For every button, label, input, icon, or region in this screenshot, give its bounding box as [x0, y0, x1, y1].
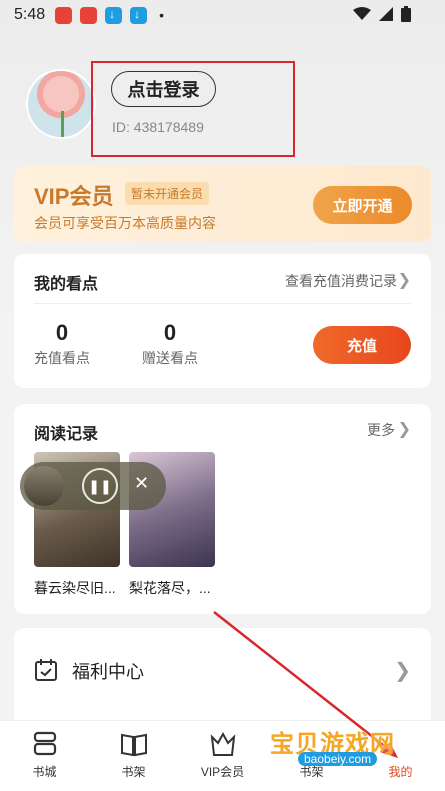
welfare-center-card[interactable]: 福利中心 ❯ — [14, 628, 431, 728]
gift-points-stat: 0 赠送看点 — [142, 320, 198, 368]
recharge-history-link[interactable]: 查看充值消费记录 — [285, 271, 397, 291]
history-title: 阅读记录 — [34, 426, 99, 443]
status-time: 5:48 — [14, 6, 46, 23]
player-cover — [24, 466, 64, 506]
close-icon[interactable]: ✕ — [134, 473, 149, 494]
pause-icon[interactable]: ❚❚ — [82, 468, 118, 504]
recharge-points-label: 充值看点 — [34, 350, 90, 366]
chevron-right-icon[interactable]: ❯ — [398, 419, 411, 439]
vip-banner[interactable]: VIP会员 暂未开通会员 会员可享受百万本高质量内容 立即开通 — [14, 166, 431, 242]
vip-description: 会员可享受百万本高质量内容 — [34, 215, 216, 231]
bookshelf-icon — [120, 733, 147, 757]
tab-label: 书架 — [121, 765, 146, 779]
points-title: 我的看点 — [34, 276, 99, 293]
gift-points-value: 0 — [163, 320, 177, 345]
recharge-button[interactable]: 充值 — [313, 326, 411, 364]
chevron-right-icon[interactable]: ❯ — [398, 270, 411, 290]
my-points-card: 我的看点 查看充值消费记录 ❯ 0 充值看点 0 赠送看点 充值 — [14, 254, 431, 388]
wifi-icon — [353, 7, 371, 20]
tab-bookshelf[interactable]: 书架 — [89, 727, 178, 780]
battery-icon — [401, 6, 411, 22]
book-title[interactable]: 暮云染尽旧... — [34, 578, 130, 598]
vip-crown-icon — [210, 731, 235, 756]
app-notification-icon — [80, 6, 98, 24]
tab-label: 书城 — [32, 765, 57, 779]
tab-vip[interactable]: VIP会员 — [178, 727, 267, 780]
download-icon — [105, 6, 123, 24]
status-icons — [353, 6, 411, 22]
vip-title: VIP会员 — [34, 184, 114, 209]
vip-open-button[interactable]: 立即开通 — [313, 186, 412, 224]
app-notification-icon — [55, 6, 73, 24]
welfare-center-label: 福利中心 — [72, 662, 144, 682]
avatar[interactable] — [26, 69, 96, 139]
floating-audio-player[interactable]: ❚❚ ✕ — [20, 462, 166, 510]
tab-label: VIP会员 — [200, 765, 245, 779]
tab-bookstore[interactable]: 书城 — [0, 727, 89, 780]
divider — [34, 303, 411, 304]
annotation-highlight-box — [91, 61, 295, 157]
recharge-points-value: 0 — [55, 320, 69, 345]
history-more-link[interactable]: 更多 — [367, 420, 395, 440]
bookstore-icon — [33, 731, 56, 756]
chevron-right-icon: ❯ — [394, 660, 411, 682]
signal-icon — [379, 7, 393, 21]
download-icon — [130, 6, 148, 24]
watermark-url: baobeiy.com — [298, 752, 378, 766]
vip-status-badge: 暂未开通会员 — [125, 182, 210, 205]
more-notifications-dot: • — [159, 7, 165, 23]
gift-points-label: 赠送看点 — [142, 350, 198, 366]
calendar-icon — [35, 659, 57, 681]
book-title[interactable]: 梨花落尽，... — [129, 578, 225, 598]
recharge-points-stat: 0 充值看点 — [34, 320, 90, 368]
